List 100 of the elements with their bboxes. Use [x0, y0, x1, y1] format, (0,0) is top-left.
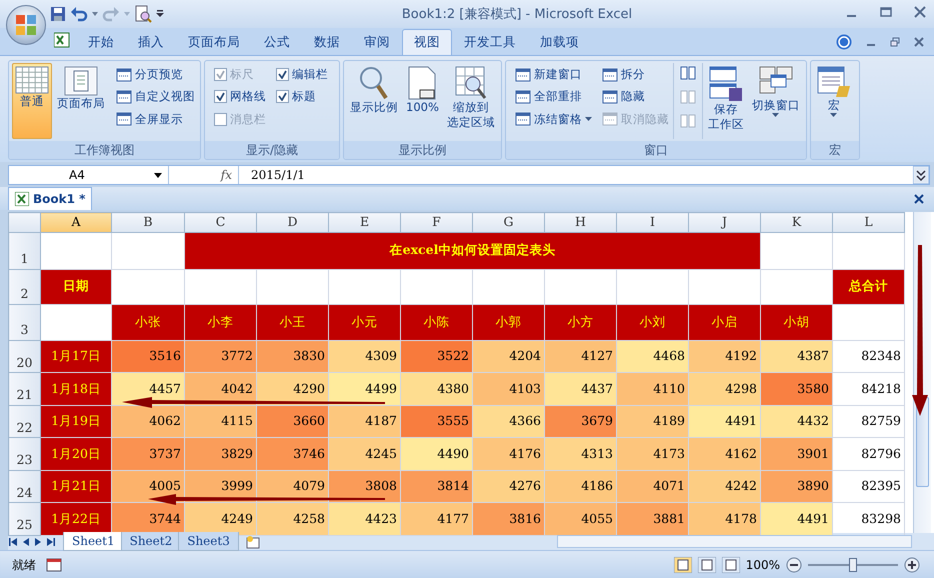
- row-header[interactable]: 3: [8, 304, 40, 340]
- insert-sheet-icon[interactable]: [244, 534, 261, 548]
- checkbox[interactable]: [276, 68, 289, 82]
- table-cell: 4366: [472, 405, 544, 438]
- print-preview-icon[interactable]: [134, 5, 152, 23]
- page-layout-view-icon[interactable]: [698, 556, 716, 572]
- normal-view-icon[interactable]: [674, 556, 692, 572]
- excel-icon[interactable]: [54, 32, 70, 48]
- checkbox[interactable]: [214, 90, 227, 104]
- checkbox[interactable]: [276, 90, 289, 104]
- column-header[interactable]: H: [544, 212, 616, 232]
- column-header[interactable]: L: [832, 212, 904, 232]
- row-header[interactable]: 25: [8, 502, 40, 536]
- ribbon-tab[interactable]: 加载项: [528, 29, 591, 55]
- row-header[interactable]: 20: [8, 340, 40, 373]
- horizontal-scrollbar[interactable]: [557, 535, 912, 548]
- status-text: 就绪: [12, 556, 36, 574]
- new-window-icon: [514, 68, 531, 82]
- sheet-tab[interactable]: Sheet3: [178, 532, 239, 551]
- zoom-label[interactable]: 100%: [746, 556, 780, 574]
- table-cell: 1月21日: [40, 470, 112, 503]
- side-by-side-icon[interactable]: [680, 65, 696, 81]
- column-header[interactable]: K: [760, 212, 832, 232]
- column-header[interactable]: A: [40, 212, 112, 232]
- column-header[interactable]: B: [112, 212, 184, 232]
- ribbon-button[interactable]: 全屏显示: [114, 110, 197, 129]
- page-icon: [408, 66, 436, 100]
- ribbon-tab[interactable]: 公式: [252, 29, 302, 55]
- table-cell: 4176: [472, 438, 544, 470]
- ribbon-button[interactable]: 显示比例: [347, 63, 401, 139]
- slider-thumb[interactable]: [849, 558, 857, 572]
- sheet-tab[interactable]: Sheet1: [63, 532, 124, 551]
- table-cell: 4309: [328, 340, 400, 373]
- table-cell: 4499: [328, 372, 400, 406]
- ribbon-tab[interactable]: 开发工具: [452, 29, 528, 55]
- zoom-in-icon[interactable]: [904, 556, 920, 572]
- table-cell: 4173: [616, 438, 688, 470]
- split-icon: [602, 68, 618, 82]
- page-break-view-icon[interactable]: [722, 556, 740, 572]
- row-header[interactable]: 21: [8, 372, 40, 406]
- nav-first-icon[interactable]: [8, 536, 20, 546]
- macro-record-icon[interactable]: [46, 558, 62, 572]
- save-icon[interactable]: [50, 6, 66, 22]
- office-button[interactable]: [6, 5, 46, 45]
- ribbon-tab[interactable]: 审阅: [352, 29, 402, 55]
- table-cell: 3829: [184, 438, 256, 470]
- close-icon[interactable]: [914, 37, 924, 47]
- column-header[interactable]: D: [256, 212, 328, 232]
- row-header[interactable]: 23: [8, 438, 40, 470]
- table-cell: 4186: [544, 470, 616, 503]
- undo-icon[interactable]: [70, 6, 88, 22]
- ribbon-tab[interactable]: 插入: [126, 29, 176, 55]
- ribbon-button[interactable]: 隐藏: [600, 87, 671, 106]
- table-cell: 3890: [760, 470, 832, 503]
- ribbon-tab[interactable]: 数据: [302, 29, 352, 55]
- column-header[interactable]: I: [616, 212, 688, 232]
- ribbon-tab[interactable]: 开始: [76, 29, 126, 55]
- row-header[interactable]: 1: [8, 232, 40, 270]
- ribbon-button[interactable]: 冻结窗格: [512, 110, 594, 129]
- close-icon[interactable]: [914, 6, 926, 18]
- maximize-icon[interactable]: [880, 6, 892, 18]
- row-header[interactable]: 22: [8, 405, 40, 438]
- ribbon-tab[interactable]: 页面布局: [176, 29, 252, 55]
- table-cell: 4242: [688, 470, 760, 503]
- table-cell: 4490: [400, 438, 472, 470]
- ribbon-button[interactable]: 分页预览: [114, 65, 197, 84]
- arrange-icon: [514, 90, 531, 104]
- ribbon-button[interactable]: 缩放到 选定区域: [444, 63, 498, 139]
- column-header[interactable]: E: [328, 212, 400, 232]
- restore-icon[interactable]: [890, 37, 900, 47]
- checkbox-label: 标尺: [230, 66, 254, 83]
- column-header[interactable]: J: [688, 212, 760, 232]
- zoom-out-icon[interactable]: [786, 556, 802, 572]
- help-icon[interactable]: [836, 34, 852, 50]
- ribbon-button[interactable]: 保存 工作区: [704, 63, 747, 139]
- row-header[interactable]: 24: [8, 470, 40, 503]
- ribbon-button[interactable]: 自定义视图: [114, 87, 197, 106]
- customize-icon[interactable]: [156, 10, 164, 18]
- column-header[interactable]: F: [400, 212, 472, 232]
- ribbon-button[interactable]: 切换窗口: [748, 63, 803, 139]
- ribbon-button[interactable]: 全部重排: [512, 87, 594, 106]
- page-break-icon: [116, 68, 132, 82]
- workbook-tab[interactable]: Book1 *: [8, 187, 92, 210]
- page-icon: [64, 66, 98, 96]
- table-cell: 3746: [256, 438, 328, 470]
- ribbon-tab[interactable]: 视图: [402, 29, 452, 55]
- table-cell: 3772: [184, 340, 256, 373]
- table-cell: 4204: [472, 340, 544, 373]
- save-workspace-icon: [708, 66, 743, 102]
- nav-last-icon[interactable]: [44, 536, 56, 546]
- row-header[interactable]: 2: [8, 269, 40, 304]
- column-header[interactable]: C: [184, 212, 256, 232]
- close-icon[interactable]: [914, 194, 924, 204]
- ribbon-button[interactable]: 页面布局: [54, 63, 108, 139]
- ribbon-button[interactable]: 拆分: [600, 65, 671, 84]
- ribbon-button[interactable]: 宏: [814, 63, 854, 139]
- ribbon-button[interactable]: 100%: [403, 63, 442, 139]
- ribbon-button[interactable]: 新建窗口: [512, 65, 594, 84]
- ribbon-button[interactable]: 普通: [12, 63, 52, 139]
- column-header[interactable]: G: [472, 212, 544, 232]
